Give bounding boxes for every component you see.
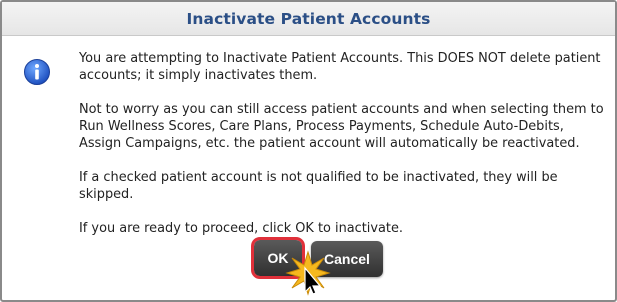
info-icon <box>24 59 50 85</box>
dialog-titlebar: Inactivate Patient Accounts <box>2 2 615 36</box>
message-paragraph: You are attempting to Inactivate Patient… <box>79 51 601 83</box>
dialog-message: You are attempting to Inactivate Patient… <box>79 50 604 254</box>
message-paragraph: Not to worry as you can still access pat… <box>79 102 604 151</box>
message-paragraph: If a checked patient account is not qual… <box>79 170 558 202</box>
dialog-title: Inactivate Patient Accounts <box>186 9 431 28</box>
inactivate-dialog: Inactivate Patient Accounts You are atte… <box>0 0 617 302</box>
message-paragraph: If you are ready to proceed, click OK to… <box>79 221 403 236</box>
cancel-button[interactable]: Cancel <box>311 241 383 277</box>
ok-button[interactable]: OK <box>251 237 305 279</box>
